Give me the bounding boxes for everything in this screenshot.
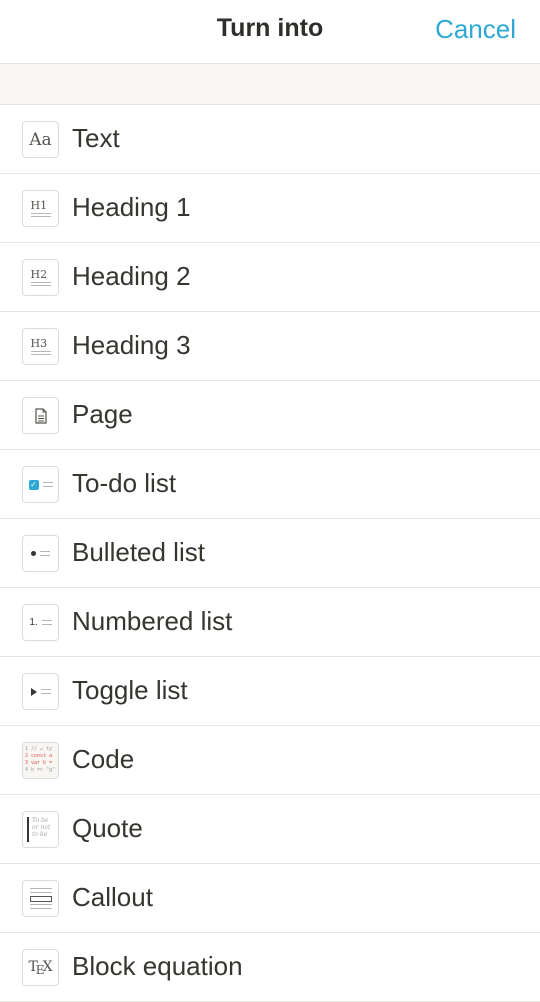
- page-icon: [22, 397, 59, 434]
- turn-into-item-numbered-list[interactable]: 1. Numbered list: [0, 588, 540, 657]
- numbered-list-glyph: 1.: [29, 617, 38, 628]
- todo-list-icon: ✓: [22, 466, 59, 503]
- heading1-icon-glyph: H1: [30, 199, 48, 212]
- turn-into-item-page[interactable]: Page: [0, 381, 540, 450]
- quote-line: To be: [32, 817, 49, 824]
- turn-into-item-heading-2[interactable]: H2 Heading 2: [0, 243, 540, 312]
- item-label: To-do list: [72, 468, 177, 498]
- block-equation-icon: TEX: [22, 949, 59, 986]
- section-divider-band: [0, 64, 540, 105]
- item-label: Callout: [72, 882, 153, 912]
- turn-into-item-todo-list[interactable]: ✓ To-do list: [0, 450, 540, 519]
- heading1-icon: H1: [22, 190, 59, 227]
- code-icon: 1 // ↵ ty 2 const a 3 var b = 4 b => "g": [22, 742, 59, 779]
- turn-into-item-code[interactable]: 1 // ↵ ty 2 const a 3 var b = 4 b => "g"…: [0, 726, 540, 795]
- turn-into-list: Aa Text H1 Heading 1 H2 Heading 2 H3 Hea…: [0, 105, 540, 1002]
- quote-line: or not: [32, 824, 51, 831]
- heading3-icon-glyph: H3: [30, 337, 48, 350]
- turn-into-item-text[interactable]: Aa Text: [0, 105, 540, 174]
- bulleted-list-icon: [22, 535, 59, 572]
- numbered-list-icon: 1.: [22, 604, 59, 641]
- item-label: Heading 2: [72, 261, 191, 291]
- item-label: Heading 3: [72, 330, 191, 360]
- turn-into-item-callout[interactable]: Callout: [0, 864, 540, 933]
- toggle-list-icon: [22, 673, 59, 710]
- turn-into-item-quote[interactable]: To be or not to be Quote: [0, 795, 540, 864]
- heading3-icon: H3: [22, 328, 59, 365]
- turn-into-item-block-equation[interactable]: TEX Block equation: [0, 933, 540, 1002]
- tex-glyph: TEX: [28, 958, 53, 977]
- quote-line: to be: [32, 831, 48, 838]
- code-line: 3 var b =: [25, 760, 53, 766]
- bullet-dot-icon: [31, 551, 36, 556]
- cancel-button[interactable]: Cancel: [435, 14, 516, 45]
- item-label: Heading 1: [72, 192, 191, 222]
- item-label: Page: [72, 399, 133, 429]
- turn-into-item-heading-1[interactable]: H1 Heading 1: [0, 174, 540, 243]
- code-line: 2 const a: [25, 753, 53, 759]
- code-line: 4 b => "g": [25, 767, 56, 773]
- turn-into-item-heading-3[interactable]: H3 Heading 3: [0, 312, 540, 381]
- callout-icon: [22, 880, 59, 917]
- header-bar: Turn into Cancel: [0, 0, 540, 64]
- toggle-triangle-icon: [30, 687, 37, 696]
- checkbox-icon: ✓: [28, 479, 39, 490]
- item-label: Text: [72, 123, 120, 153]
- item-label: Quote: [72, 813, 143, 843]
- heading2-icon-glyph: H2: [30, 268, 48, 281]
- item-label: Toggle list: [72, 675, 188, 705]
- turn-into-item-bulleted-list[interactable]: Bulleted list: [0, 519, 540, 588]
- text-icon: Aa: [22, 121, 59, 158]
- item-label: Code: [72, 744, 135, 774]
- item-label: Block equation: [72, 951, 243, 981]
- turn-into-item-toggle-list[interactable]: Toggle list: [0, 657, 540, 726]
- page-icon-shape: [34, 407, 47, 424]
- text-icon-glyph: Aa: [29, 129, 52, 150]
- heading2-icon: H2: [22, 259, 59, 296]
- item-label: Numbered list: [72, 606, 233, 636]
- quote-icon: To be or not to be: [22, 811, 59, 848]
- item-label: Bulleted list: [72, 537, 205, 567]
- code-line: 1 // ↵ ty: [25, 746, 53, 752]
